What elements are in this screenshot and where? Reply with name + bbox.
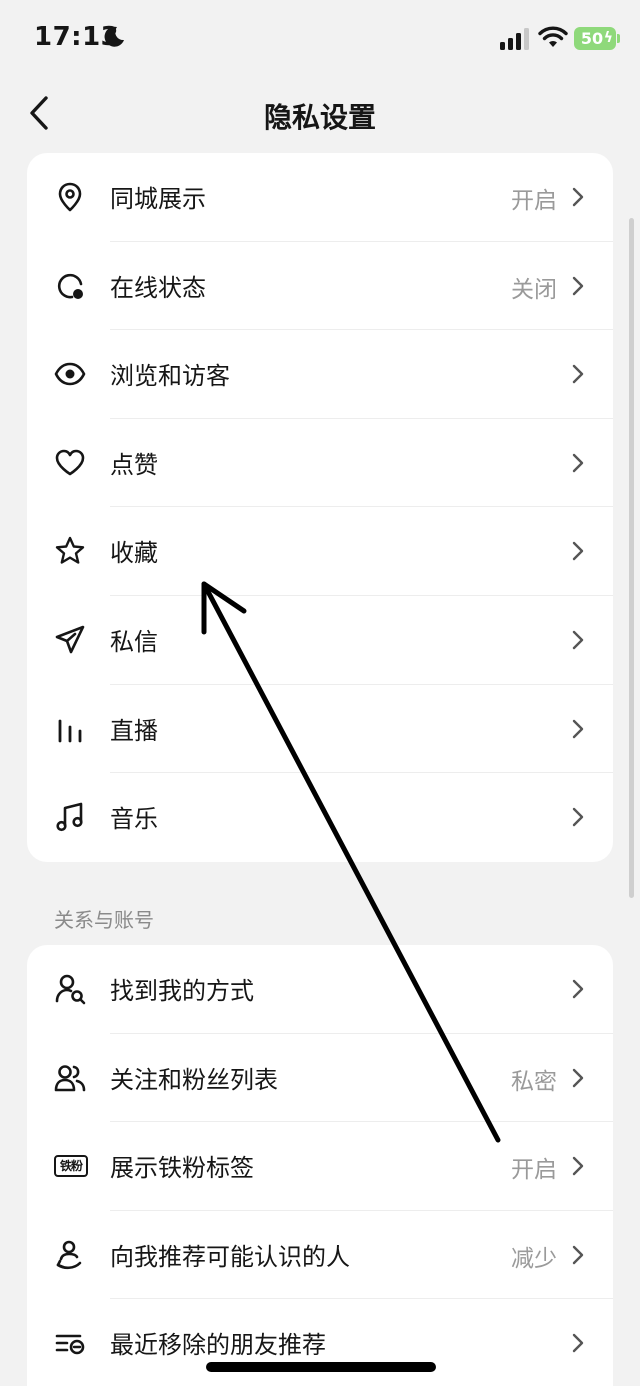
row-value: 减少	[511, 1245, 557, 1272]
row-label: 向我推荐可能认识的人	[110, 1242, 350, 1271]
chevron-right-icon	[572, 276, 584, 295]
moon-icon	[104, 26, 124, 47]
chevron-right-icon	[572, 453, 584, 472]
chevron-right-icon	[572, 364, 584, 384]
recommend-user-icon	[56, 1240, 82, 1269]
tiefen-badge-icon: 铁粉	[54, 1155, 88, 1178]
row-value: 私密	[511, 1068, 557, 1095]
cellular-signal-icon	[500, 28, 529, 50]
row-label: 关注和粉丝列表	[110, 1065, 278, 1094]
heart-icon	[55, 449, 85, 476]
row-live[interactable]: 直播	[27, 685, 613, 774]
row-label: 点赞	[110, 450, 158, 479]
row-recently-removed[interactable]: 最近移除的朋友推荐	[27, 1299, 613, 1386]
chevron-right-icon	[572, 1245, 584, 1264]
chevron-right-icon	[572, 1068, 584, 1087]
privacy-items-card: 同城展示 开启 在线状态 关闭 浏览和访客 点赞 收藏 私信 直播 音乐	[27, 153, 613, 862]
star-icon	[55, 537, 85, 565]
navigation-bar: 隐私设置	[0, 80, 640, 146]
location-pin-icon	[58, 182, 82, 212]
row-label: 浏览和访客	[110, 362, 230, 391]
online-status-icon	[57, 273, 83, 299]
row-label: 直播	[110, 716, 158, 745]
row-label: 找到我的方式	[110, 977, 254, 1005]
row-label: 收藏	[110, 539, 158, 568]
page-title: 隐私设置	[263, 101, 376, 134]
battery-indicator: 50 ϟ	[574, 27, 616, 50]
account-items-card: 找到我的方式 关注和粉丝列表 私密 铁粉 展示铁粉标签 开启 向我推荐可能认识的…	[27, 945, 613, 1386]
row-recommend-people[interactable]: 向我推荐可能认识的人 减少	[27, 1211, 613, 1300]
row-online-status[interactable]: 在线状态 关闭	[27, 242, 613, 331]
bars-icon	[58, 719, 82, 742]
row-messages[interactable]: 私信	[27, 596, 613, 685]
user-search-icon	[55, 974, 86, 1005]
charging-bolt-icon: ϟ	[603, 30, 613, 46]
section-title-relations-account: 关系与账号	[54, 908, 154, 932]
battery-level: 50	[580, 29, 604, 48]
row-show-tiefen-tag[interactable]: 铁粉 展示铁粉标签 开启	[27, 1122, 613, 1211]
row-follow-fans-list[interactable]: 关注和粉丝列表 私密	[27, 1034, 613, 1123]
row-find-me[interactable]: 找到我的方式	[27, 945, 613, 1034]
row-label: 最近移除的朋友推荐	[110, 1331, 326, 1360]
row-label: 私信	[110, 627, 158, 656]
chevron-right-icon	[572, 187, 584, 207]
chevron-right-icon	[572, 630, 584, 650]
privacy-settings-screen: 17:13 50 ϟ 隐私设置 同城展示 开启 在线状态 关闭 浏览和访客 点赞…	[0, 0, 640, 1386]
removed-list-icon	[55, 1335, 85, 1355]
row-local-display[interactable]: 同城展示 开启	[27, 153, 613, 242]
chevron-right-icon	[572, 719, 584, 738]
row-value: 开启	[511, 1157, 557, 1184]
battery-tip	[617, 34, 620, 43]
row-favorites[interactable]: 收藏	[27, 507, 613, 596]
paper-plane-icon	[55, 625, 85, 654]
eye-icon	[54, 362, 86, 386]
row-music[interactable]: 音乐	[27, 773, 613, 862]
users-icon	[54, 1064, 86, 1091]
scrollbar[interactable]	[629, 218, 634, 898]
row-label: 音乐	[110, 805, 158, 834]
row-value: 开启	[511, 188, 557, 214]
music-note-icon	[56, 802, 83, 832]
chevron-right-icon	[572, 979, 584, 999]
chevron-right-icon	[572, 1156, 584, 1176]
chevron-right-icon	[572, 1334, 584, 1353]
wifi-icon	[538, 26, 568, 47]
chevron-right-icon	[572, 807, 584, 827]
row-value: 关闭	[511, 276, 557, 303]
row-label: 同城展示	[110, 185, 206, 213]
row-label: 展示铁粉标签	[110, 1154, 254, 1183]
row-label: 在线状态	[110, 273, 206, 302]
chevron-right-icon	[572, 542, 584, 561]
status-bar: 17:13 50 ϟ	[0, 0, 640, 80]
row-browse-visitors[interactable]: 浏览和访客	[27, 330, 613, 419]
home-indicator[interactable]	[206, 1362, 436, 1372]
row-likes[interactable]: 点赞	[27, 419, 613, 508]
